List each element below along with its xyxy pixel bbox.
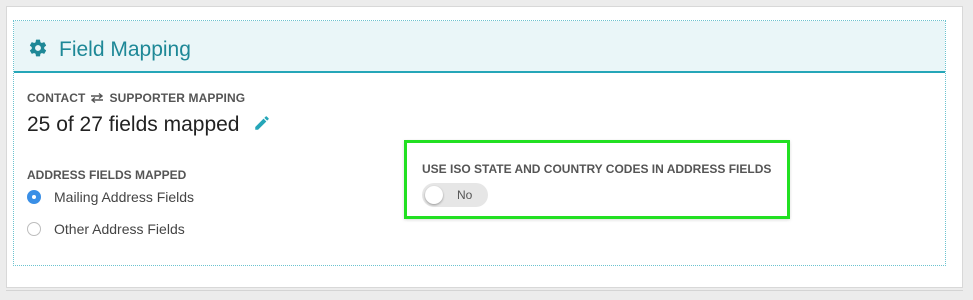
radio-label-other: Other Address Fields: [54, 221, 185, 237]
radio-button-unselected[interactable]: [27, 222, 41, 236]
supporter-mapping-label: SUPPORTER MAPPING: [109, 91, 246, 105]
address-fields-label: ADDRESS FIELDS MAPPED: [27, 168, 187, 182]
toggle-knob[interactable]: [425, 186, 443, 204]
pencil-icon[interactable]: [253, 114, 271, 132]
radio-other-address[interactable]: Other Address Fields: [27, 221, 185, 237]
iso-setting-highlight: USE ISO STATE AND COUNTRY CODES IN ADDRE…: [404, 140, 790, 219]
radio-mailing-address[interactable]: Mailing Address Fields: [27, 189, 194, 205]
swap-arrows-icon: [91, 92, 104, 104]
iso-codes-toggle[interactable]: No: [422, 183, 488, 207]
panel-header: Field Mapping: [14, 21, 945, 73]
contact-label: CONTACT: [27, 91, 86, 105]
panel-title: Field Mapping: [59, 38, 191, 61]
toggle-value: No: [457, 188, 473, 202]
iso-codes-label: USE ISO STATE AND COUNTRY CODES IN ADDRE…: [422, 162, 772, 176]
card-divider: [6, 290, 963, 291]
radio-label-mailing: Mailing Address Fields: [54, 189, 195, 205]
fields-mapped-summary: 25 of 27 fields mapped: [27, 113, 240, 136]
radio-button-selected[interactable]: [27, 190, 41, 204]
gear-icon: [29, 39, 47, 57]
mapping-label: CONTACT SUPPORTER MAPPING: [27, 91, 245, 105]
